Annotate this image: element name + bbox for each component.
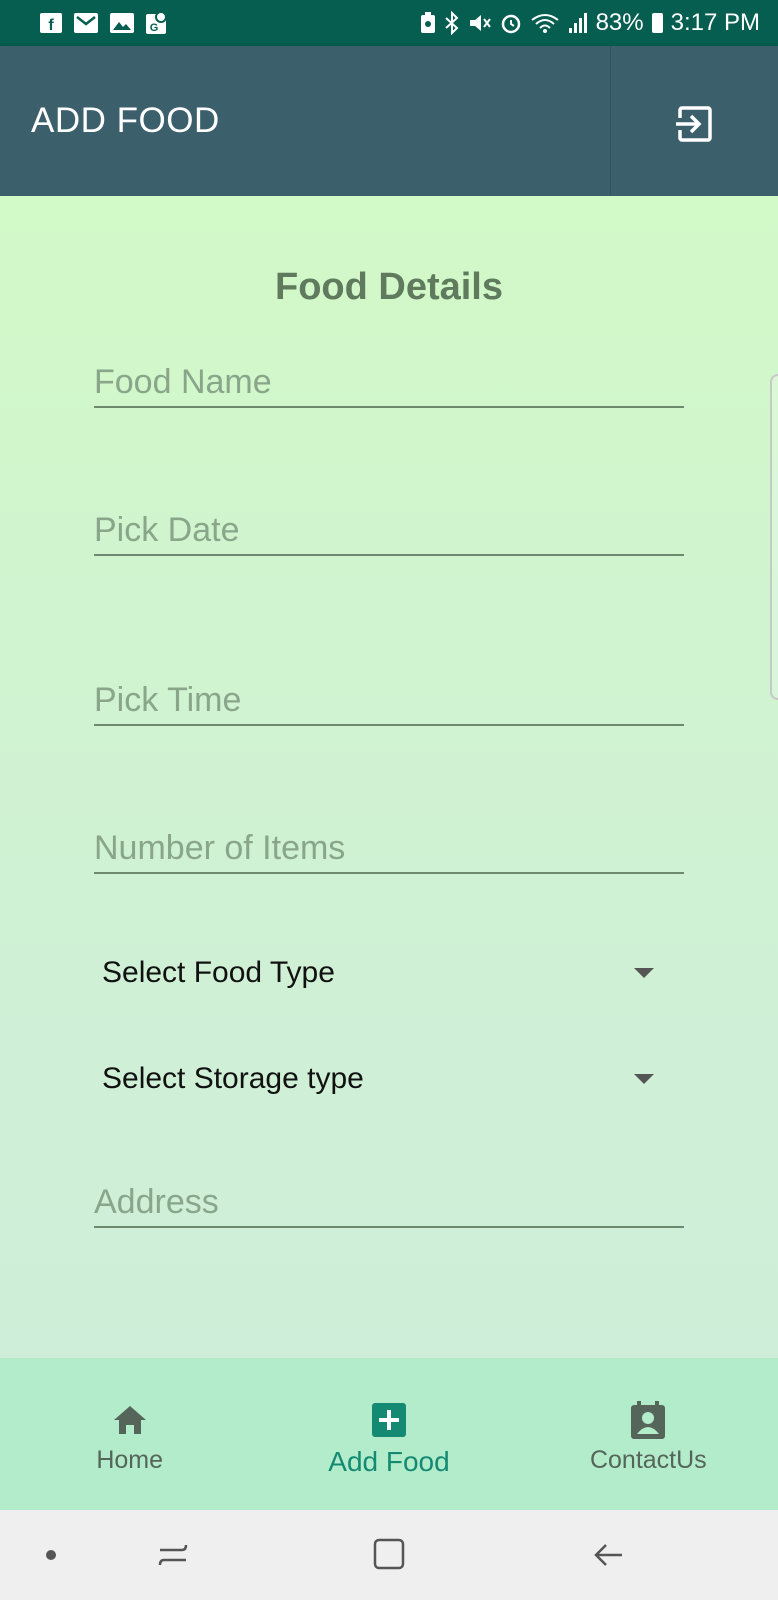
gallery-icon bbox=[110, 13, 134, 33]
contact-icon bbox=[631, 1401, 666, 1439]
add-box-icon bbox=[371, 1403, 406, 1437]
page-title: ADD FOOD bbox=[31, 101, 220, 140]
logout-icon[interactable] bbox=[672, 104, 714, 144]
facebook-icon: f bbox=[40, 13, 62, 33]
nav-label-add-food: Add Food bbox=[328, 1446, 450, 1477]
nav-item-home[interactable]: Home bbox=[0, 1358, 259, 1510]
pick-date-field bbox=[94, 506, 684, 556]
food-type-label: Select Food Type bbox=[102, 956, 335, 989]
nav-label-contact-us: ContactUs bbox=[589, 1446, 707, 1474]
status-bar: f G 83% 3:17 PM bbox=[0, 0, 778, 46]
nav-label-home: Home bbox=[96, 1446, 163, 1474]
address-field bbox=[94, 1178, 684, 1228]
section-title: Food Details bbox=[274, 266, 504, 308]
battery-saver-icon bbox=[420, 12, 435, 33]
gmail-icon bbox=[74, 13, 98, 33]
pick-date-input[interactable] bbox=[94, 506, 684, 554]
signal-icon bbox=[568, 13, 587, 33]
storage-type-label: Select Storage type bbox=[102, 1062, 364, 1095]
dropdown-arrow-icon bbox=[634, 1074, 654, 1084]
system-status: 83% 3:17 PM bbox=[420, 9, 760, 37]
food-type-select[interactable]: Select Food Type bbox=[102, 948, 654, 998]
battery-icon bbox=[651, 13, 663, 33]
back-icon[interactable] bbox=[584, 1530, 634, 1580]
notification-icons: f G bbox=[40, 12, 168, 34]
system-navigation-bar bbox=[0, 1510, 778, 1600]
alarm-icon bbox=[501, 14, 520, 34]
nav-item-add-food[interactable]: Add Food bbox=[259, 1358, 518, 1510]
dropdown-arrow-icon bbox=[634, 968, 654, 978]
home-square-icon[interactable] bbox=[364, 1530, 414, 1580]
item-count-field bbox=[94, 824, 684, 874]
scrollbar[interactable] bbox=[770, 374, 778, 700]
pick-time-field bbox=[94, 676, 684, 726]
bottom-navigation: Home Add Food ContactUs bbox=[0, 1358, 778, 1510]
bluetooth-icon bbox=[444, 11, 459, 35]
svg-text:f: f bbox=[48, 17, 54, 33]
app-bar-divider bbox=[610, 46, 611, 196]
food-name-input[interactable] bbox=[94, 358, 684, 406]
pick-time-input[interactable] bbox=[94, 676, 684, 724]
address-input[interactable] bbox=[94, 1178, 684, 1226]
mute-icon bbox=[469, 15, 491, 31]
wifi-icon bbox=[530, 14, 559, 33]
item-count-input[interactable] bbox=[94, 824, 684, 872]
dot-icon[interactable] bbox=[26, 1530, 76, 1580]
app-bar: ADD FOOD bbox=[0, 46, 778, 196]
food-name-field bbox=[94, 358, 684, 408]
home-icon bbox=[113, 1406, 146, 1434]
nav-item-contact-us[interactable]: ContactUs bbox=[519, 1358, 778, 1510]
clock: 3:17 PM bbox=[670, 9, 760, 36]
maps-icon: G bbox=[146, 12, 167, 34]
storage-type-select[interactable]: Select Storage type bbox=[102, 1054, 654, 1104]
battery-percent: 83% bbox=[595, 9, 644, 36]
svg-text:G: G bbox=[150, 22, 159, 34]
form-container: Food Details Select Food Type Select Sto… bbox=[0, 196, 778, 1358]
recents-icon[interactable] bbox=[148, 1530, 198, 1580]
